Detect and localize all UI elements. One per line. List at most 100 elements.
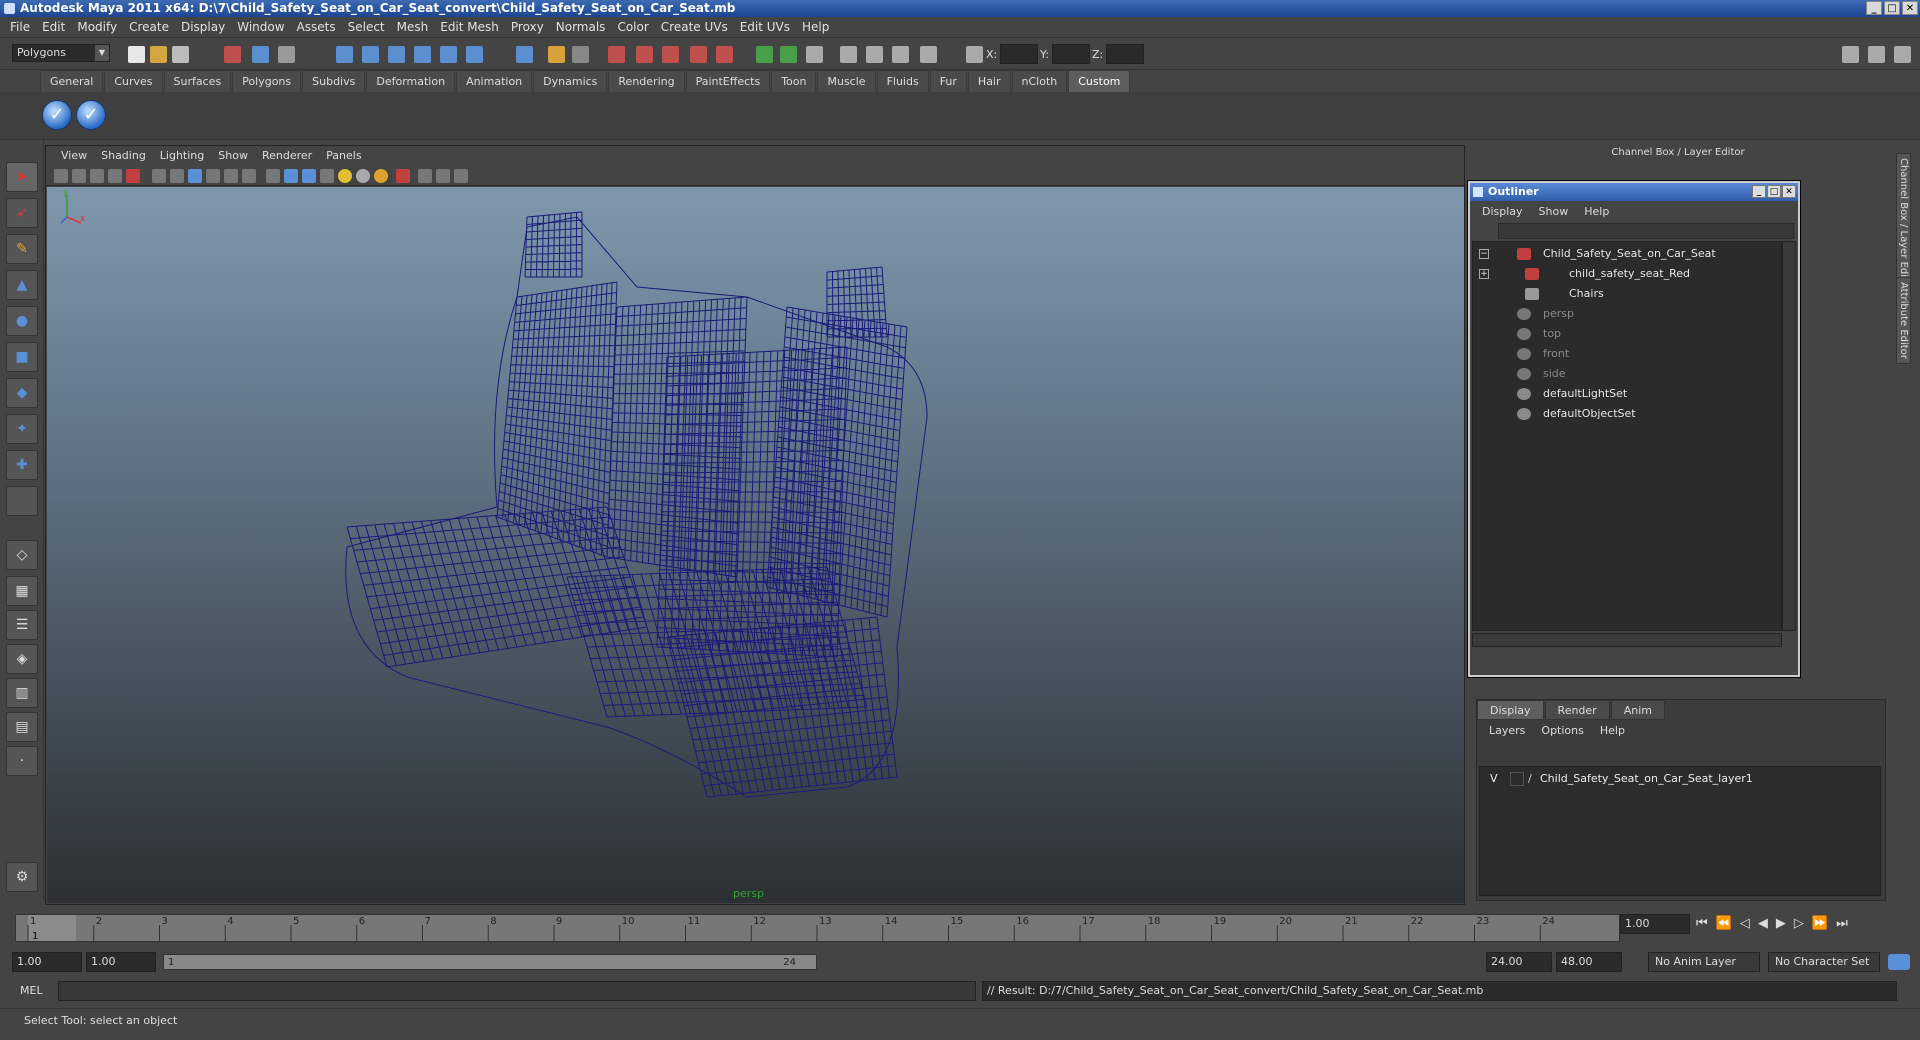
outliner-vertical-scrollbar[interactable] <box>1782 241 1796 631</box>
menu-create[interactable]: Create <box>123 17 175 37</box>
history-icon[interactable] <box>608 46 625 63</box>
tool-settings-toggle-icon[interactable] <box>1868 46 1885 63</box>
viewport-menu-view[interactable]: View <box>54 146 94 166</box>
expand-icon[interactable]: + <box>1479 269 1489 279</box>
shelf-tab-polygons[interactable]: Polygons <box>232 70 302 92</box>
graph-layout-icon[interactable]: ◈ <box>6 644 38 674</box>
shelf-tab-toon[interactable]: Toon <box>771 70 817 92</box>
outliner-titlebar[interactable]: Outliner _ □ ✕ <box>1470 183 1798 201</box>
outliner-minimize-button[interactable]: _ <box>1752 185 1766 198</box>
auto-key-icon[interactable] <box>1888 954 1910 970</box>
scale-tool-icon[interactable]: ■ <box>6 342 38 372</box>
outliner-item-child-safety-seat-red[interactable]: + child_safety_seat_Red <box>1473 264 1781 284</box>
render-frame-icon[interactable] <box>636 46 653 63</box>
menu-normals[interactable]: Normals <box>550 17 612 37</box>
resolution-gate-icon[interactable] <box>170 169 184 183</box>
camera-attributes-icon[interactable] <box>72 169 86 183</box>
outliner-item-chairs[interactable]: Chairs <box>1473 284 1781 304</box>
current-frame-field[interactable]: 1.00 <box>1620 914 1690 934</box>
mel-command-input[interactable] <box>58 981 976 1001</box>
outliner-item-defaultobjectset[interactable]: defaultObjectSet <box>1473 404 1781 424</box>
menu-display[interactable]: Display <box>175 17 231 37</box>
close-button[interactable]: ✕ <box>1902 1 1918 15</box>
grid-icon[interactable] <box>126 169 140 183</box>
outliner-menu-help[interactable]: Help <box>1576 203 1617 221</box>
safe-title-icon[interactable] <box>242 169 256 183</box>
snap-view-icon[interactable] <box>466 46 483 63</box>
select-hierarchy-icon[interactable] <box>224 46 241 63</box>
shelf-tab-hair[interactable]: Hair <box>967 70 1011 92</box>
menu-color[interactable]: Color <box>611 17 654 37</box>
input-line-icon[interactable] <box>756 46 773 63</box>
go-to-end-icon[interactable]: ⏭ <box>1836 916 1848 931</box>
outliner-layout-icon[interactable]: ☰ <box>6 610 38 640</box>
x-field[interactable] <box>1000 44 1038 64</box>
perspective-viewport[interactable]: View Shading Lighting Show Renderer Panels <box>45 145 1465 905</box>
animation-start-field[interactable]: 1.00 <box>12 952 82 972</box>
shelf-tab-muscle[interactable]: Muscle <box>817 70 876 92</box>
layer-menu-help[interactable]: Help <box>1592 722 1633 739</box>
safe-action-icon[interactable] <box>224 169 238 183</box>
outliner-menu-display[interactable]: Display <box>1474 203 1531 221</box>
step-back-frame-icon[interactable]: ◁ <box>1740 916 1750 931</box>
range-slider[interactable]: 1 24 <box>163 954 817 970</box>
shelf-tab-subdivs[interactable]: Subdivs <box>302 70 366 92</box>
shelf-tab-custom[interactable]: Custom <box>1068 70 1131 92</box>
snap-plane-icon[interactable] <box>414 46 431 63</box>
layer-name[interactable]: Child_Safety_Seat_on_Car_Seat_layer1 <box>1540 770 1753 788</box>
wireframe-on-shaded-icon[interactable] <box>302 169 316 183</box>
bookmark-icon[interactable] <box>90 169 104 183</box>
menu-create-uvs[interactable]: Create UVs <box>655 17 734 37</box>
manipulator-tool-icon[interactable]: ◆ <box>6 378 38 408</box>
character-set-dropdown[interactable]: No Character Set <box>1768 952 1880 972</box>
shelf-tab-animation[interactable]: Animation <box>456 70 533 92</box>
menu-edit[interactable]: Edit <box>36 17 71 37</box>
hypershade-icon[interactable] <box>716 46 733 63</box>
select-by-name-icon[interactable] <box>572 46 589 63</box>
anim-icon[interactable] <box>866 46 883 63</box>
rotate-tool-icon[interactable]: ● <box>6 306 38 336</box>
sidebar-toggle-icon[interactable] <box>806 46 823 63</box>
paint-select-tool-icon[interactable]: ✎ <box>6 234 38 264</box>
collapse-icon[interactable]: − <box>1479 249 1489 259</box>
outliner-maximize-button[interactable]: □ <box>1767 185 1781 198</box>
go-to-start-icon[interactable]: ⏮ <box>1696 916 1708 931</box>
single-pane-layout-icon[interactable]: ◇ <box>6 540 38 570</box>
layer-visibility-toggle[interactable]: V <box>1490 770 1498 788</box>
ipr-render-icon[interactable] <box>662 46 679 63</box>
menu-mesh[interactable]: Mesh <box>391 17 435 37</box>
save-scene-icon[interactable] <box>172 46 189 63</box>
layer-row[interactable]: V / Child_Safety_Seat_on_Car_Seat_layer1 <box>1480 770 1880 788</box>
playback-end-field[interactable]: 24.00 <box>1486 952 1552 972</box>
move-tool-icon[interactable]: ▲ <box>6 270 38 300</box>
render-view-icon[interactable] <box>840 46 857 63</box>
viewport-menu-renderer[interactable]: Renderer <box>255 146 319 166</box>
menu-window[interactable]: Window <box>231 17 290 37</box>
layer-tab-anim[interactable]: Anim <box>1610 700 1665 720</box>
layer-tab-display[interactable]: Display <box>1477 700 1544 720</box>
play-forwards-icon[interactable]: ▶ <box>1776 916 1786 931</box>
absolute-transform-icon[interactable] <box>966 46 983 63</box>
outliner-item-side[interactable]: side <box>1473 364 1781 384</box>
viewport-menu-show[interactable]: Show <box>211 146 255 166</box>
select-object-icon[interactable] <box>252 46 269 63</box>
shelf-tab-curves[interactable]: Curves <box>104 70 163 92</box>
shelf-tab-fur[interactable]: Fur <box>929 70 967 92</box>
lasso-tool-icon[interactable]: ➶ <box>6 198 38 228</box>
snap-curve-icon[interactable] <box>362 46 379 63</box>
field-chart-icon[interactable] <box>206 169 220 183</box>
shelf-tab-surfaces[interactable]: Surfaces <box>163 70 232 92</box>
menu-proxy[interactable]: Proxy <box>505 17 550 37</box>
side-tab-channel-box-layer-editor[interactable]: Channel Box / Layer Editor <box>1896 153 1911 297</box>
four-pane-layout-icon[interactable]: ▦ <box>6 576 38 606</box>
default-lighting-icon[interactable] <box>338 169 352 183</box>
menu-edit-uvs[interactable]: Edit UVs <box>734 17 796 37</box>
anim-layer-dropdown[interactable]: No Anim Layer <box>1648 952 1760 972</box>
y-field[interactable] <box>1052 44 1090 64</box>
animation-end-field[interactable]: 48.00 <box>1556 952 1622 972</box>
step-back-key-icon[interactable]: ⏪ <box>1716 916 1732 931</box>
time-slider-track[interactable]: 1 2 3 4 5 6 7 8 9 10 11 12 13 14 15 16 17 18 19 20 21 22 23 24 1 <box>15 914 1620 942</box>
play-backwards-icon[interactable]: ◀ <box>1758 916 1768 931</box>
quick-layout-icon[interactable]: ⚙ <box>6 862 38 892</box>
attribute-editor-toggle-icon[interactable] <box>1842 46 1859 63</box>
